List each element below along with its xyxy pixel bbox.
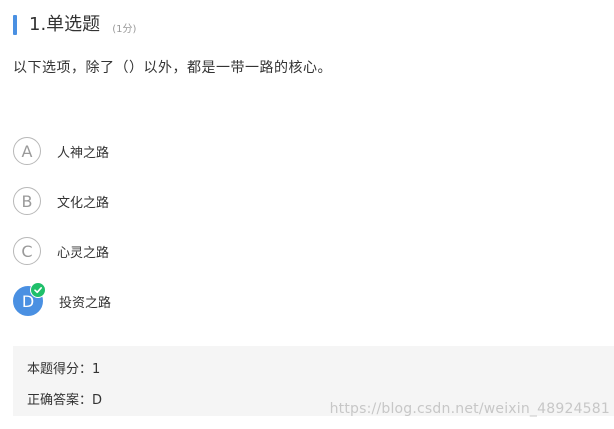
- question-score: (1分): [112, 23, 137, 35]
- option-a[interactable]: A 人神之路: [13, 136, 111, 166]
- question-header: 1.单选题 (1分): [13, 14, 136, 36]
- option-c-circle[interactable]: C: [13, 237, 41, 265]
- option-c-letter: C: [21, 241, 33, 261]
- option-c[interactable]: C 心灵之路: [13, 236, 111, 266]
- option-b[interactable]: B 文化之路: [13, 186, 111, 216]
- correct-answer: 正确答案：D: [27, 393, 103, 408]
- option-a-letter: A: [21, 141, 33, 161]
- option-a-circle[interactable]: A: [13, 137, 41, 165]
- question-title: 1.单选题: [29, 14, 101, 35]
- title-accent-bar: [13, 15, 17, 35]
- question-page: 1.单选题 (1分) 以下选项，除了（）以外，都是一带一路的核心。 A 人神之路…: [0, 0, 614, 429]
- watermark-text: https://blog.csdn.net/weixin_48924581: [329, 401, 610, 417]
- score-result: 本题得分：1: [27, 362, 101, 377]
- checkmark-glyph: [34, 287, 42, 294]
- option-b-circle[interactable]: B: [13, 187, 41, 215]
- question-text: 以下选项，除了（）以外，都是一带一路的核心。: [13, 60, 332, 76]
- option-b-label: 文化之路: [57, 195, 110, 211]
- option-c-label: 心灵之路: [57, 245, 110, 261]
- option-d[interactable]: D 投资之路: [13, 282, 112, 316]
- option-b-letter: B: [21, 191, 33, 211]
- checkmark-icon: [30, 282, 46, 298]
- option-d-circle[interactable]: D: [13, 282, 46, 316]
- options-list: A 人神之路 B 文化之路 C 心灵之路 D 投资之路: [13, 136, 111, 336]
- option-d-label: 投资之路: [59, 295, 112, 311]
- option-a-label: 人神之路: [57, 145, 110, 161]
